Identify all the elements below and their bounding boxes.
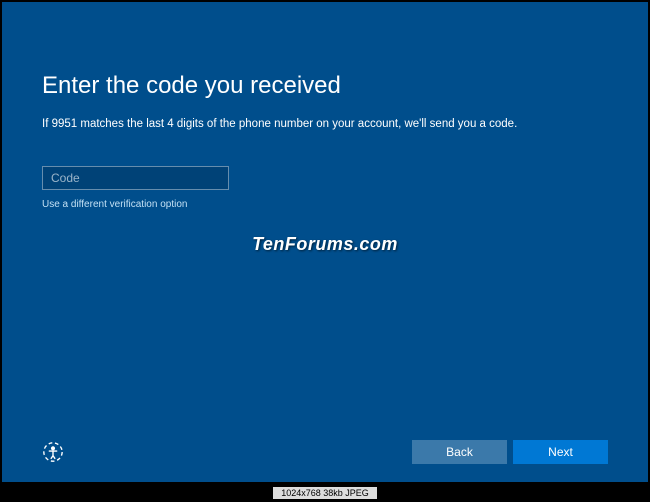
code-input[interactable] <box>42 166 229 190</box>
page-title: Enter the code you received <box>42 72 608 100</box>
accessibility-icon[interactable] <box>42 441 64 463</box>
next-button[interactable]: Next <box>513 440 608 464</box>
instruction-text: If 9951 matches the last 4 digits of the… <box>42 118 608 130</box>
alt-verification-link[interactable]: Use a different verification option <box>42 199 608 210</box>
image-meta-text: 1024x768 38kb JPEG <box>273 487 377 499</box>
setup-screen: Enter the code you received If 9951 matc… <box>2 2 648 482</box>
button-row: Back Next <box>412 440 608 464</box>
footer-bar: Back Next <box>42 440 608 464</box>
back-button[interactable]: Back <box>412 440 507 464</box>
image-meta-bar: 1024x768 38kb JPEG <box>0 484 650 502</box>
watermark-text: TenForums.com <box>252 234 398 255</box>
